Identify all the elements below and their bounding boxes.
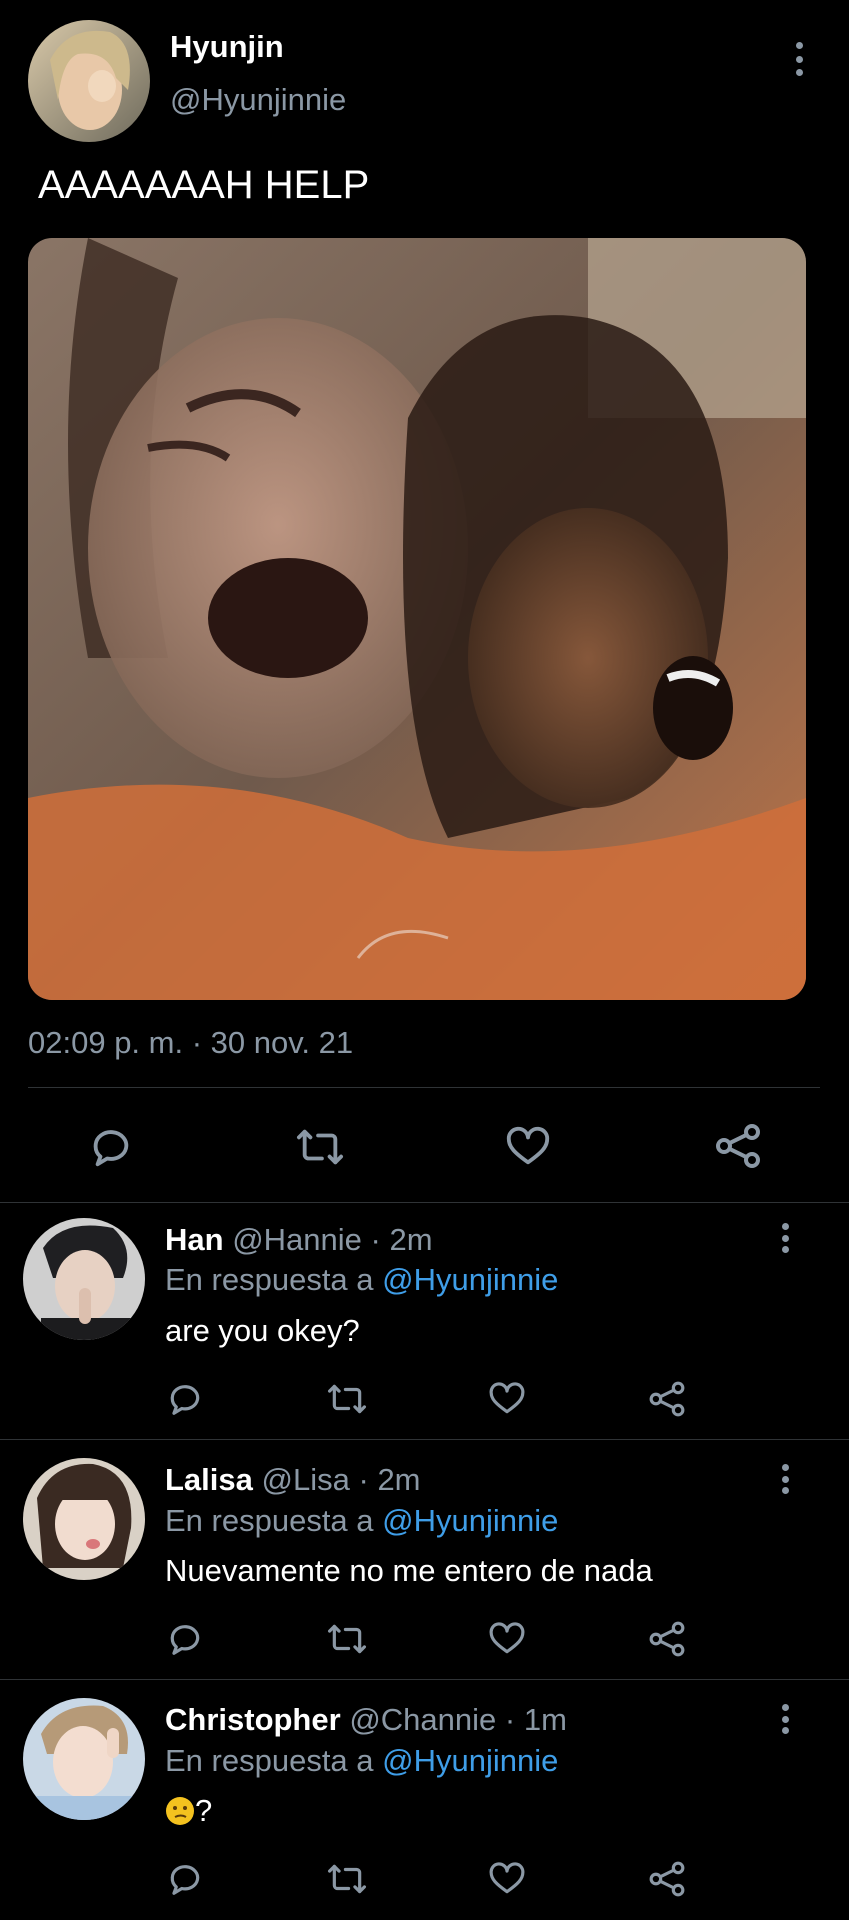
in-reply-to-handle[interactable]: @Hyunjinnie — [382, 1503, 558, 1538]
reply-time: 2m — [389, 1222, 433, 1257]
tweet-text: AAAAAAAH HELP — [38, 163, 370, 207]
divider — [0, 1202, 849, 1203]
reply-author-name[interactable]: Christopher — [165, 1702, 341, 1737]
reply-text: Nuevamente no me entero de nada — [165, 1553, 653, 1588]
reply-author-name[interactable]: Han — [165, 1222, 224, 1257]
reply-avatar[interactable] — [23, 1458, 145, 1580]
reply-icon[interactable] — [88, 1124, 134, 1170]
divider — [0, 1679, 849, 1680]
more-options-icon[interactable] — [793, 42, 805, 76]
in-reply-to-prefix: En respuesta a — [165, 1262, 374, 1297]
reply-icon[interactable] — [166, 1620, 204, 1658]
like-icon[interactable] — [488, 1860, 526, 1898]
reply-header: Christopher @Channie · 1m — [165, 1702, 567, 1738]
more-options-icon[interactable] — [779, 1464, 791, 1494]
share-icon[interactable] — [648, 1620, 686, 1658]
divider — [0, 1439, 849, 1440]
confused-face-icon — [166, 1797, 194, 1825]
reply-author-handle[interactable]: @Channie — [349, 1702, 496, 1737]
reply-icon[interactable] — [166, 1380, 204, 1418]
in-reply-to: En respuesta a @Hyunjinnie — [165, 1743, 558, 1779]
retweet-icon[interactable] — [326, 1380, 368, 1418]
in-reply-to-handle[interactable]: @Hyunjinnie — [382, 1262, 558, 1297]
separator-dot: · — [504, 1702, 516, 1737]
more-options-icon[interactable] — [779, 1704, 791, 1734]
reply-time: 2m — [377, 1462, 421, 1497]
separator-dot: · — [358, 1462, 369, 1497]
like-icon[interactable] — [505, 1124, 551, 1170]
reply-icon[interactable] — [166, 1860, 204, 1898]
tweet-image[interactable] — [28, 238, 806, 1000]
more-options-icon[interactable] — [779, 1223, 791, 1253]
like-icon[interactable] — [488, 1620, 526, 1658]
like-icon[interactable] — [488, 1380, 526, 1418]
reply-author-handle[interactable]: @Hannie — [232, 1222, 362, 1257]
share-icon[interactable] — [648, 1380, 686, 1418]
reply-time: 1m — [523, 1702, 567, 1737]
reply-author-handle[interactable]: @Lisa — [262, 1462, 350, 1497]
author-handle[interactable]: @Hyunjinnie — [170, 82, 346, 118]
in-reply-to-handle[interactable]: @Hyunjinnie — [382, 1743, 558, 1778]
reply-author-name[interactable]: Lalisa — [165, 1462, 253, 1497]
divider — [28, 1087, 820, 1088]
reply-text: ? — [195, 1793, 213, 1828]
reply-avatar[interactable] — [23, 1218, 145, 1340]
in-reply-to: En respuesta a @Hyunjinnie — [165, 1503, 558, 1539]
reply-text-container: ? — [165, 1793, 212, 1829]
author-avatar[interactable] — [28, 20, 150, 142]
author-name[interactable]: Hyunjin — [170, 29, 284, 65]
reply-avatar[interactable] — [23, 1698, 145, 1820]
in-reply-to: En respuesta a @Hyunjinnie — [165, 1262, 558, 1298]
tweet-timestamp: 02:09 p. m. · 30 nov. 21 — [28, 1025, 354, 1060]
reply-header: Han @Hannie · 2m — [165, 1222, 433, 1258]
share-icon[interactable] — [714, 1122, 762, 1170]
in-reply-to-prefix: En respuesta a — [165, 1503, 374, 1538]
in-reply-to-prefix: En respuesta a — [165, 1743, 374, 1778]
reply-text: are you okey? — [165, 1313, 360, 1348]
share-icon[interactable] — [648, 1860, 686, 1898]
reply-header: Lalisa @Lisa · 2m — [165, 1462, 421, 1498]
retweet-icon[interactable] — [294, 1124, 346, 1170]
retweet-icon[interactable] — [326, 1620, 368, 1658]
separator-dot: · — [370, 1222, 381, 1257]
retweet-icon[interactable] — [326, 1860, 368, 1898]
